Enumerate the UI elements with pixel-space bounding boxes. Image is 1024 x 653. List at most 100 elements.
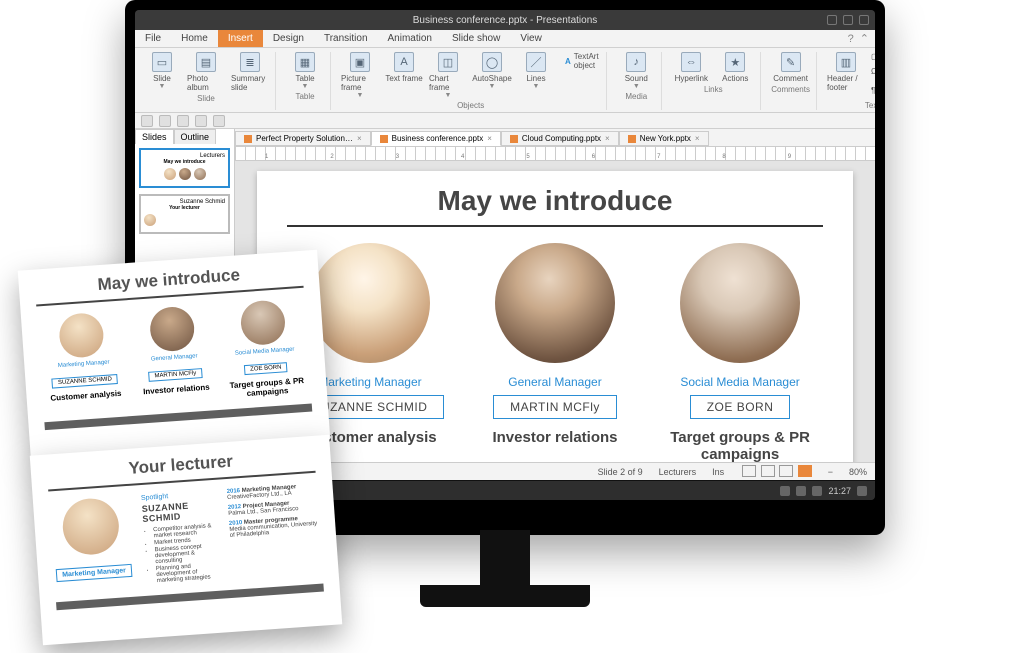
activities-icon[interactable]: ◧ <box>143 485 152 496</box>
view-switcher[interactable] <box>740 465 812 479</box>
close-tab-icon[interactable]: × <box>487 134 492 143</box>
close-tab-icon[interactable]: × <box>605 134 610 143</box>
tray-volume-icon[interactable] <box>812 486 822 496</box>
insert-hyperlink-button[interactable]: ⇔Hyperlink <box>672 52 710 83</box>
presentation-icon <box>380 135 388 143</box>
sound-icon: ♪ <box>626 52 646 72</box>
table-icon: ▦ <box>295 52 315 72</box>
quick-access-toolbar <box>135 113 875 129</box>
window-title: Business conference.pptx - Presentations <box>413 15 598 26</box>
presentation-icon <box>510 135 518 143</box>
group-label: Media <box>625 92 647 101</box>
slides-pane: Slides Outline Lecturers May we introduc… <box>135 129 235 480</box>
tray-network-icon[interactable] <box>796 486 806 496</box>
tab-slides[interactable]: Slides <box>135 129 174 144</box>
qat-open-icon[interactable] <box>159 115 171 127</box>
document-tabs: Perfect Property Solution…× Business con… <box>235 129 875 147</box>
view-outline-icon[interactable] <box>779 465 793 477</box>
name-box: SUZANNE SCHMID <box>52 374 119 389</box>
status-layout-name: Lecturers <box>659 467 697 477</box>
insert-comment-button[interactable]: ✎Comment <box>772 52 810 83</box>
os-taskbar: ◧ …nferenc… 21:27 <box>135 480 875 500</box>
insert-sound-button[interactable]: ♪Sound▼ <box>617 52 655 90</box>
slide-thumbnail-1[interactable]: Lecturers May we introduce <box>139 148 230 188</box>
name-box: SUZANNE SCHMID <box>295 395 444 419</box>
os-titlebar: Business conference.pptx - Presentations <box>135 10 875 30</box>
qat-undo-icon[interactable] <box>195 115 207 127</box>
role-label: General Manager <box>472 375 637 389</box>
actions-icon: ★ <box>725 52 745 72</box>
insert-text-frame-button[interactable]: AText frame <box>385 52 423 99</box>
ribbon-collapse-icon[interactable]: ⌃ <box>860 32 869 45</box>
tray-shield-icon[interactable] <box>780 486 790 496</box>
topic-text: Target groups & PR campaigns <box>658 429 823 462</box>
menu-design[interactable]: Design <box>263 30 314 47</box>
insert-table-button[interactable]: ▦Table▼ <box>286 52 324 90</box>
horizontal-ruler: 123456789 <box>235 147 875 161</box>
qat-save-icon[interactable] <box>177 115 189 127</box>
avatar-dot <box>164 168 176 180</box>
insert-summary-slide-button[interactable]: ≣Summary slide <box>231 52 269 92</box>
insert-lines-button[interactable]: ／Lines▼ <box>517 52 555 99</box>
qat-new-icon[interactable] <box>141 115 153 127</box>
insert-chart-frame-button[interactable]: ◫Chart frame▼ <box>429 52 467 99</box>
insert-smarttext-button[interactable]: ▢SmartText <box>871 52 875 61</box>
tray-power-icon[interactable] <box>857 486 867 496</box>
autoshape-icon: ◯ <box>482 52 502 72</box>
insert-symbol-button[interactable]: ΩInsert symbol ▾ <box>871 62 875 80</box>
view-slideshow-icon[interactable] <box>798 465 812 477</box>
insert-actions-button[interactable]: ★Actions <box>716 52 754 83</box>
group-label: Links <box>704 85 723 94</box>
topic-text: Investor relations <box>472 429 637 446</box>
doc-tab[interactable]: Perfect Property Solution…× <box>235 131 371 146</box>
insert-picture-frame-button[interactable]: ▣Picture frame▼ <box>341 52 379 99</box>
qat-redo-icon[interactable] <box>213 115 225 127</box>
menu-transition[interactable]: Transition <box>314 30 378 47</box>
ribbon: ▭Slide▼ ▤Photo album ≣Summary slide Slid… <box>135 48 875 113</box>
view-normal-icon[interactable] <box>742 465 756 477</box>
insert-character-button[interactable]: ¶Character ▾ <box>871 81 875 99</box>
view-sorter-icon[interactable] <box>761 465 775 477</box>
slide-thumbnail-2[interactable]: Suzanne Schmid Your lecturer <box>139 194 230 234</box>
taskbar-app-button[interactable]: …nferenc… <box>160 484 220 498</box>
avatar <box>680 243 800 363</box>
tray-clock[interactable]: 21:27 <box>828 486 851 496</box>
insert-slide-button[interactable]: ▭Slide▼ <box>143 52 181 92</box>
avatar-dot <box>179 168 191 180</box>
zoom-level: 80% <box>849 467 867 477</box>
help-icon[interactable]: ? <box>848 33 854 45</box>
doc-tab[interactable]: Cloud Computing.pptx× <box>501 131 619 146</box>
doc-tab[interactable]: New York.pptx× <box>619 131 709 146</box>
menu-bar: File Home Insert Design Transition Anima… <box>135 30 875 48</box>
minimize-button[interactable] <box>827 15 837 25</box>
menu-animation[interactable]: Animation <box>378 30 442 47</box>
menu-insert[interactable]: Insert <box>218 30 263 47</box>
menu-file[interactable]: File <box>135 30 171 47</box>
symbol-icon: Ω <box>871 67 875 76</box>
status-bar: Slide 2 of 9 Lecturers Ins − 80% <box>235 462 875 480</box>
insert-header-footer-button[interactable]: ▥Header / footer <box>827 52 865 92</box>
maximize-button[interactable] <box>843 15 853 25</box>
ribbon-group-comments: ✎Comment Comments <box>769 52 817 110</box>
zoom-minus[interactable]: − <box>828 467 833 477</box>
ribbon-group-media: ♪Sound▼ Media <box>615 52 662 110</box>
close-tab-icon[interactable]: × <box>695 134 700 143</box>
close-button[interactable] <box>859 15 869 25</box>
avatar-dot <box>194 168 206 180</box>
menu-slideshow[interactable]: Slide show <box>442 30 510 47</box>
ribbon-group-table: ▦Table▼ Table <box>284 52 331 110</box>
close-tab-icon[interactable]: × <box>357 134 362 143</box>
menu-view[interactable]: View <box>510 30 552 47</box>
tab-outline[interactable]: Outline <box>174 129 217 144</box>
doc-tab-active[interactable]: Business conference.pptx× <box>371 131 501 146</box>
role-box: Marketing Manager <box>56 564 133 582</box>
insert-textart-button[interactable]: ATextArt object <box>565 52 600 70</box>
headerfooter-icon: ▥ <box>836 52 856 72</box>
divider <box>287 225 822 227</box>
insert-photo-album-button[interactable]: ▤Photo album <box>187 52 225 92</box>
slide-canvas[interactable]: May we introduce Marketing Manager SUZAN… <box>257 171 852 462</box>
insert-autoshape-button[interactable]: ◯AutoShape▼ <box>473 52 511 99</box>
group-label: Table <box>295 92 314 101</box>
menu-home[interactable]: Home <box>171 30 218 47</box>
ribbon-group-objects: ▣Picture frame▼ AText frame ◫Chart frame… <box>339 52 607 110</box>
